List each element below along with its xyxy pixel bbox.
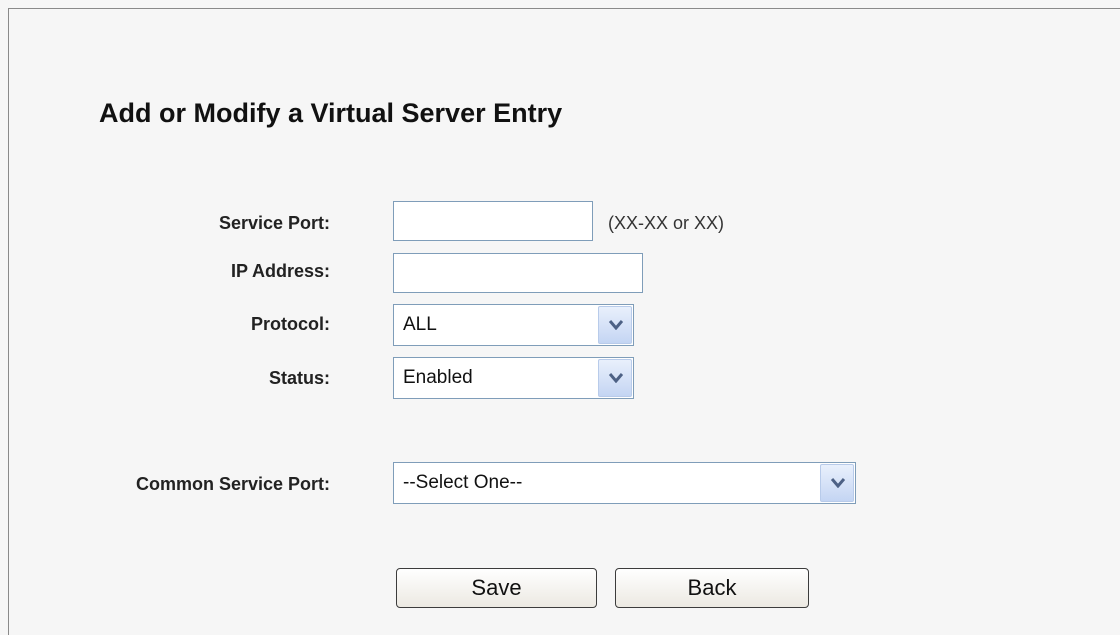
common-service-port-selected-value: --Select One-- — [403, 472, 523, 493]
chevron-down-icon[interactable] — [820, 464, 854, 502]
protocol-selected-value: ALL — [403, 314, 437, 335]
save-button[interactable]: Save — [396, 568, 597, 608]
protocol-select[interactable]: ALL — [393, 304, 634, 346]
status-select[interactable]: Enabled — [393, 357, 634, 399]
service-port-input[interactable] — [393, 201, 593, 241]
service-port-label: Service Port: — [218, 213, 330, 233]
ip-address-label: IP Address: — [230, 261, 330, 281]
protocol-label: Protocol: — [251, 314, 330, 334]
status-selected-value: Enabled — [403, 367, 473, 388]
chevron-down-icon[interactable] — [598, 306, 632, 344]
common-service-port-label: Common Service Port: — [135, 474, 330, 494]
common-service-port-select[interactable]: --Select One-- — [393, 462, 856, 504]
service-port-hint: (XX-XX or XX) — [608, 213, 725, 233]
chevron-down-icon[interactable] — [598, 359, 632, 397]
page-title: Add or Modify a Virtual Server Entry — [99, 98, 563, 128]
back-button[interactable]: Back — [615, 568, 809, 608]
ip-address-input[interactable] — [393, 253, 643, 293]
status-label: Status: — [268, 368, 330, 388]
